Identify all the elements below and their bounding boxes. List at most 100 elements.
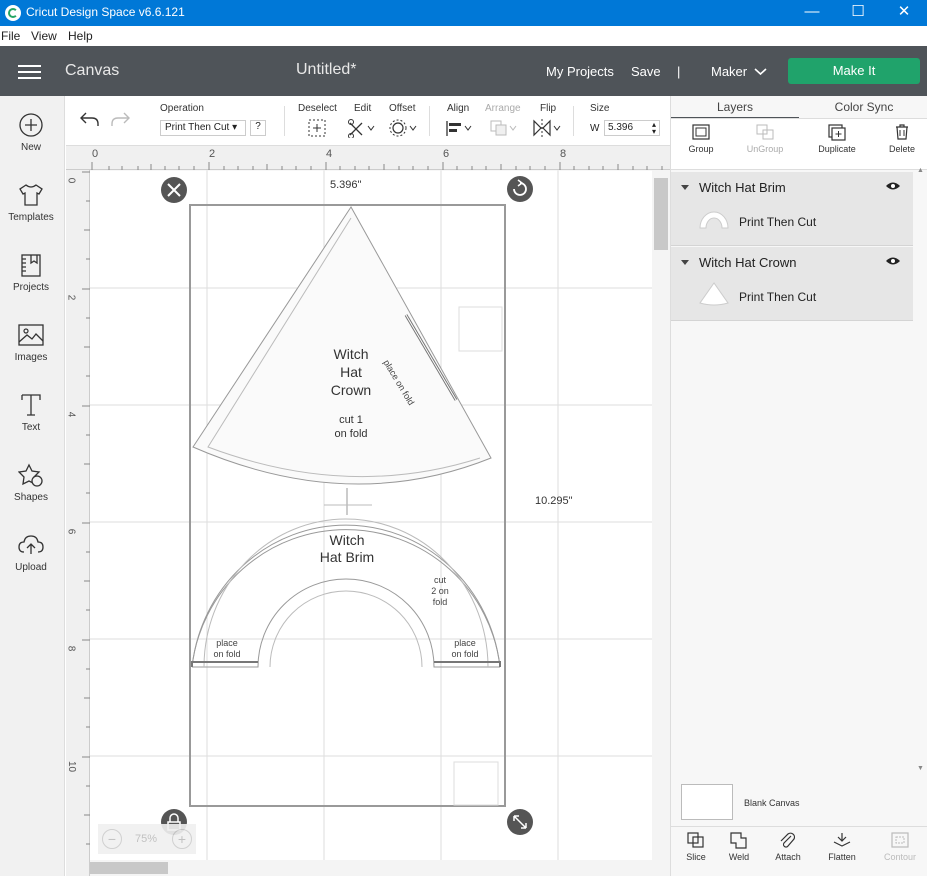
- shapes-icon: [18, 463, 43, 487]
- canvas-vertical-scrollbar[interactable]: [652, 170, 670, 876]
- sidebar-item-label: Upload: [15, 562, 47, 573]
- ruler-top-label: 0: [92, 148, 99, 160]
- delete-button[interactable]: Delete: [872, 123, 927, 154]
- tab-layers[interactable]: Layers: [671, 100, 799, 119]
- group-button[interactable]: Group: [671, 123, 731, 154]
- zoom-in-button[interactable]: +: [172, 829, 192, 849]
- ruler-left: 0 2 4 6 8 10: [65, 170, 90, 876]
- ruler-top-label: 4: [326, 148, 333, 160]
- zoom-level: 75%: [135, 833, 158, 845]
- toolbar-divider: [284, 106, 285, 136]
- sidebar-item-text[interactable]: Text: [0, 392, 62, 433]
- document-title: Untitled*: [296, 61, 357, 78]
- layer-group-brim[interactable]: Witch Hat Brim Print Then Cut: [671, 172, 913, 246]
- sidebar-item-projects[interactable]: Projects: [0, 252, 62, 293]
- my-projects-link[interactable]: My Projects: [546, 64, 614, 79]
- operation-value[interactable]: Print Then Cut ▾: [160, 120, 246, 136]
- slice-icon: [687, 832, 704, 848]
- sidebar-item-label: New: [20, 142, 41, 153]
- ruler-left-label: 6: [65, 528, 77, 535]
- ruler-top-label: 2: [209, 148, 216, 160]
- hamburger-menu-icon[interactable]: [18, 65, 41, 67]
- height-dimension: 10.295": [535, 495, 573, 507]
- collapse-caret-icon[interactable]: [681, 185, 689, 190]
- ruler-left-label: 0: [65, 177, 77, 184]
- weld-button[interactable]: Weld: [714, 831, 764, 862]
- arrange-icon[interactable]: [489, 118, 519, 138]
- sidebar-item-label: Projects: [12, 282, 50, 293]
- ruler-left-label: 8: [65, 645, 77, 652]
- offset-icon[interactable]: [389, 118, 419, 138]
- operation-label: Operation: [160, 103, 204, 114]
- ruler-top: 0 2 4 6 8: [66, 146, 670, 170]
- brim-title: Witch Hat Brim: [319, 532, 375, 565]
- size-width-input[interactable]: 5.396 ▴ ▾: [604, 120, 660, 136]
- brim-thumbnail-icon: [699, 211, 729, 229]
- layer-group-crown[interactable]: Witch Hat Crown Print Then Cut: [671, 247, 913, 321]
- duplicate-button[interactable]: Duplicate: [807, 123, 867, 154]
- sidebar-item-upload[interactable]: Upload: [0, 532, 62, 573]
- eye-icon[interactable]: [885, 181, 901, 191]
- design-canvas[interactable]: 5.396" 10.295" Witch Hat Crown cut 1 on fol…: [90, 170, 652, 860]
- zoom-out-button[interactable]: −: [102, 829, 122, 849]
- contour-button[interactable]: Contour: [875, 831, 925, 862]
- minimize-button[interactable]: —: [789, 0, 835, 26]
- menu-help[interactable]: Help: [68, 29, 93, 43]
- ungroup-button[interactable]: UnGroup: [735, 123, 795, 154]
- sidebar-item-new[interactable]: New: [0, 112, 62, 153]
- flatten-icon: [833, 833, 851, 847]
- scroll-down-icon[interactable]: ▼: [917, 765, 924, 772]
- attach-button[interactable]: Attach: [763, 831, 813, 862]
- trash-icon: [896, 124, 908, 140]
- menu-view[interactable]: View: [31, 29, 57, 43]
- deselect-label: Deselect: [298, 103, 337, 114]
- operation-help-button[interactable]: ?: [250, 120, 266, 136]
- brim-cut-note: cut 2 on fold: [431, 575, 449, 607]
- align-icon[interactable]: [444, 118, 474, 138]
- stepper-icon[interactable]: ▴ ▾: [652, 121, 656, 136]
- weld-icon: [730, 832, 747, 849]
- flatten-button[interactable]: Flatten: [817, 831, 867, 862]
- undo-icon[interactable]: [78, 109, 100, 129]
- section-title: Canvas: [65, 62, 120, 79]
- flip-icon[interactable]: [532, 118, 562, 138]
- eye-icon[interactable]: [885, 256, 901, 266]
- left-sidebar: New Templates Projects Images Text Shape…: [0, 96, 65, 876]
- flip-label: Flip: [540, 103, 557, 114]
- contour-icon: [891, 832, 909, 848]
- edit-label: Edit: [354, 103, 372, 114]
- cricut-logo-icon: [5, 5, 21, 21]
- crown-thumbnail-icon: [699, 282, 729, 306]
- save-button[interactable]: Save: [631, 64, 661, 79]
- operation-select[interactable]: Print Then Cut ▾ ?: [160, 120, 310, 136]
- width-dimension: 5.396": [330, 179, 362, 191]
- scroll-up-icon[interactable]: ▲: [917, 167, 924, 174]
- panel-tabs: Layers Color Sync: [671, 96, 927, 119]
- ungroup-icon: [756, 124, 774, 140]
- tab-color-sync[interactable]: Color Sync: [800, 100, 927, 114]
- group-icon: [692, 124, 710, 140]
- scrollbar-thumb[interactable]: [654, 178, 668, 250]
- sidebar-item-shapes[interactable]: Shapes: [0, 462, 62, 503]
- panel-scrollbar[interactable]: ▲ ▼: [914, 167, 927, 776]
- close-window-button[interactable]: ✕: [881, 0, 927, 26]
- redo-icon[interactable]: [110, 109, 132, 129]
- chevron-down-icon[interactable]: [754, 68, 767, 76]
- rotate-handle-icon: [507, 176, 533, 202]
- make-it-button[interactable]: Make It: [788, 58, 920, 84]
- ruler-left-label: 4: [65, 411, 77, 418]
- edit-tools-icon[interactable]: [347, 118, 377, 138]
- sidebar-item-templates[interactable]: Templates: [0, 182, 62, 223]
- menu-file[interactable]: File: [1, 29, 20, 43]
- canvas-horizontal-scrollbar[interactable]: [90, 860, 652, 876]
- sidebar-item-images[interactable]: Images: [0, 322, 62, 363]
- blank-canvas-swatch[interactable]: [681, 784, 733, 820]
- maximize-button[interactable]: ☐: [835, 0, 881, 26]
- size-label: Size: [590, 103, 610, 114]
- machine-select[interactable]: Maker: [711, 64, 747, 79]
- scrollbar-thumb[interactable]: [90, 862, 168, 874]
- deselect-icon[interactable]: [307, 118, 327, 138]
- ruler-top-ticks: [91, 162, 663, 170]
- canvas-drawing: [90, 170, 652, 860]
- collapse-caret-icon[interactable]: [681, 260, 689, 265]
